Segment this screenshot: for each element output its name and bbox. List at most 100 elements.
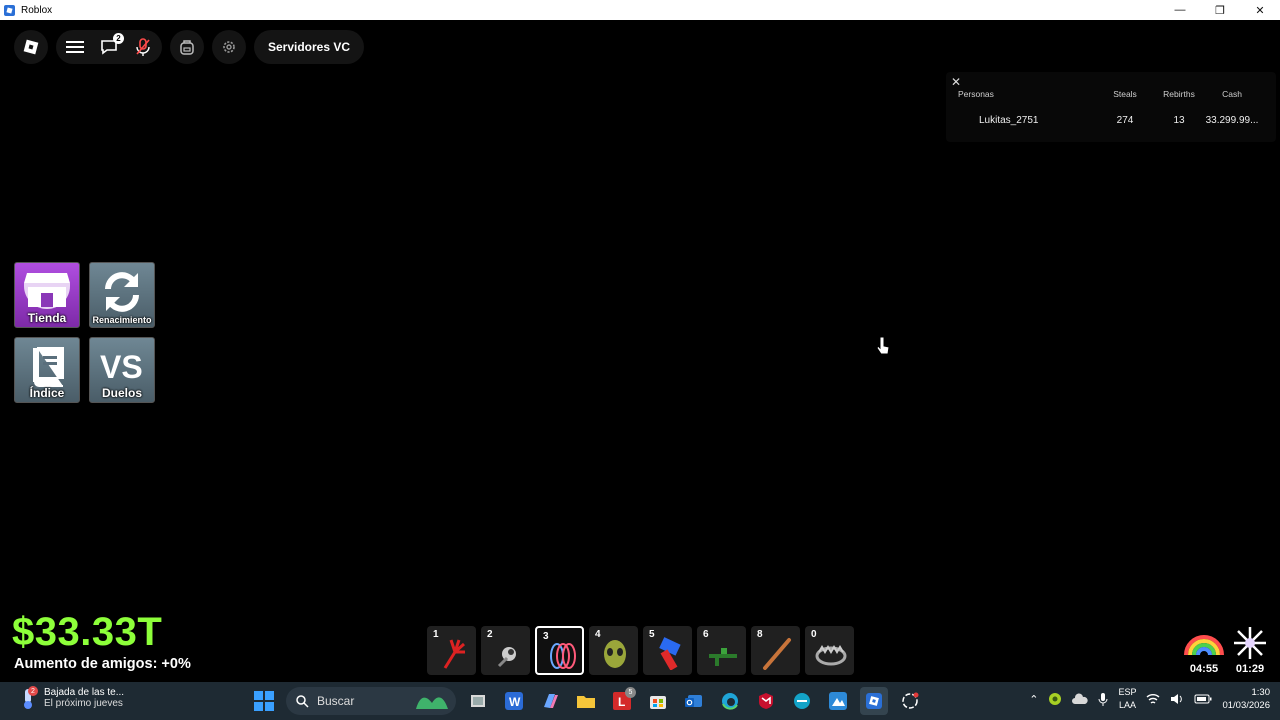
edge-app[interactable] bbox=[716, 687, 744, 715]
friends-boost-text: Aumento de amigos: +0% bbox=[14, 656, 191, 672]
window-titlebar: Roblox — ❐ ✕ bbox=[0, 0, 1280, 20]
svg-text:VS: VS bbox=[100, 349, 143, 385]
cash-amount: $33.33T bbox=[12, 610, 163, 654]
rainbow-brain-icon bbox=[1184, 635, 1224, 656]
roblox-logo-icon bbox=[20, 36, 42, 58]
file-explorer-app[interactable] bbox=[572, 687, 600, 715]
system-clock[interactable]: 1:30 01/03/2026 bbox=[1222, 686, 1270, 712]
hotbar-slot-2[interactable]: 2 bbox=[481, 626, 530, 675]
hotbar-slot-8[interactable]: 8 bbox=[751, 626, 800, 675]
leaderboard-panel: ✕ Personas Steals Rebirths Cash Lukitas_… bbox=[946, 72, 1276, 142]
shield-icon bbox=[759, 693, 773, 709]
sparkle-timer-text: 01:29 bbox=[1235, 663, 1265, 675]
blue-app[interactable] bbox=[824, 687, 852, 715]
blue-app-icon bbox=[829, 692, 847, 710]
windows-taskbar: 2 Bajada de las te... El próximo jueves … bbox=[0, 682, 1280, 720]
canva-app[interactable] bbox=[788, 687, 816, 715]
grapple-icon bbox=[497, 647, 516, 668]
copilot-app[interactable] bbox=[536, 687, 564, 715]
language-indicator[interactable]: ESP LAA bbox=[1118, 686, 1136, 712]
mail-app[interactable]: L 5 bbox=[608, 687, 636, 715]
hotbar-slot-1[interactable]: 1 bbox=[427, 626, 476, 675]
windows-start-button[interactable] bbox=[250, 687, 278, 715]
weather-widget[interactable]: 2 Bajada de las te... El próximo jueves bbox=[18, 686, 124, 710]
header-steals: Steals bbox=[1113, 89, 1137, 99]
chatgpt-icon bbox=[902, 692, 919, 709]
roblox-taskbar-icon bbox=[866, 693, 882, 709]
muted-microphone-icon[interactable] bbox=[132, 36, 154, 58]
voice-servers-button[interactable]: Servidores VC bbox=[254, 30, 365, 64]
taskbar-apps: Buscar W L 5 bbox=[250, 687, 924, 715]
hotbar-slot-3-selected[interactable]: 3 bbox=[535, 626, 584, 675]
hotbar-slot-6[interactable]: 6 bbox=[697, 626, 746, 675]
battery-icon[interactable] bbox=[1194, 694, 1212, 704]
header-rebirths: Rebirths bbox=[1163, 89, 1195, 99]
snowflake-sparkle-icon bbox=[1234, 627, 1266, 659]
duels-button[interactable]: VS Duelos bbox=[89, 337, 155, 403]
edge-icon bbox=[722, 693, 738, 710]
hamburger-menu-icon[interactable] bbox=[64, 36, 86, 58]
chevron-up-icon[interactable]: ⌃ bbox=[1029, 693, 1038, 706]
shop-icon bbox=[24, 273, 70, 309]
language-top: ESP bbox=[1118, 687, 1137, 697]
rebirth-label: Renacimiento bbox=[92, 315, 152, 325]
weather-badge: 2 bbox=[28, 686, 38, 696]
weather-subtitle: El próximo jueves bbox=[44, 698, 123, 709]
task-view-icon bbox=[471, 695, 485, 707]
task-view-button[interactable] bbox=[464, 687, 492, 715]
weather-title: Bajada de las te... bbox=[44, 687, 125, 698]
wifi-icon[interactable] bbox=[1146, 693, 1160, 705]
hand-cursor-icon bbox=[876, 336, 890, 355]
hotbar: 1 2 3 4 5 6 8 0 bbox=[427, 626, 854, 675]
taskbar-search[interactable]: Buscar bbox=[286, 687, 456, 715]
roblox-app-icon bbox=[4, 4, 15, 16]
hotbar-slot-4[interactable]: 4 bbox=[589, 626, 638, 675]
backpack-button[interactable] bbox=[170, 30, 204, 64]
player-steals: 274 bbox=[1116, 114, 1134, 126]
hotbar-slot-0[interactable]: 0 bbox=[805, 626, 854, 675]
chat-badge: 2 bbox=[113, 33, 124, 44]
leaderboard-close-icon[interactable]: ✕ bbox=[951, 75, 961, 89]
search-placeholder: Buscar bbox=[317, 694, 355, 708]
word-icon: W bbox=[505, 692, 523, 710]
header-cash: Cash bbox=[1222, 89, 1242, 99]
bear-trap-icon bbox=[815, 645, 847, 666]
microsoft-store-app[interactable] bbox=[644, 687, 672, 715]
rainbow-boost-timer: 04:55 bbox=[1182, 625, 1226, 675]
duels-label: Duelos bbox=[101, 386, 142, 400]
bat-icon bbox=[763, 638, 791, 670]
speaker-icon[interactable] bbox=[1170, 693, 1184, 705]
mcafee-app[interactable] bbox=[752, 687, 780, 715]
settings-button[interactable] bbox=[212, 30, 246, 64]
roblox-topbar: 2 Servidores VC bbox=[14, 30, 365, 64]
roblox-menu-button[interactable] bbox=[14, 30, 48, 64]
index-label: Índice bbox=[29, 386, 65, 400]
index-button[interactable]: Índice bbox=[14, 337, 80, 403]
rebirth-icon bbox=[105, 272, 139, 312]
weather-icon: 2 bbox=[18, 686, 38, 710]
versus-icon: VS bbox=[100, 349, 143, 385]
roblox-app[interactable] bbox=[860, 687, 888, 715]
hotbar-slot-5[interactable]: 5 bbox=[643, 626, 692, 675]
topbar-controls: 2 bbox=[56, 30, 162, 64]
outlook-app[interactable] bbox=[680, 687, 708, 715]
onedrive-icon[interactable] bbox=[1072, 693, 1089, 705]
minimize-button[interactable]: — bbox=[1160, 0, 1200, 20]
svg-text:W: W bbox=[509, 695, 521, 709]
chat-icon[interactable]: 2 bbox=[98, 33, 124, 58]
coil-spring-icon bbox=[550, 643, 576, 669]
shop-button[interactable]: Tienda bbox=[14, 262, 80, 328]
leaderboard-row[interactable]: Lukitas_2751 274 13 33.299.99... bbox=[946, 113, 1276, 127]
leaderboard-header: Personas Steals Rebirths Cash bbox=[946, 88, 1276, 100]
microphone-icon[interactable] bbox=[1098, 692, 1108, 706]
maximize-button[interactable]: ❐ bbox=[1200, 0, 1240, 20]
red-blue-hammer-icon bbox=[659, 637, 681, 670]
green-app-icon[interactable] bbox=[1048, 692, 1062, 706]
windows-logo-icon bbox=[254, 691, 274, 711]
player-cash: 33.299.99... bbox=[1205, 114, 1259, 126]
word-app[interactable]: W bbox=[500, 687, 528, 715]
rebirth-button[interactable]: Renacimiento bbox=[89, 262, 155, 328]
chatgpt-app[interactable] bbox=[896, 687, 924, 715]
green-gun-icon bbox=[709, 648, 737, 666]
window-close-button[interactable]: ✕ bbox=[1240, 0, 1280, 20]
